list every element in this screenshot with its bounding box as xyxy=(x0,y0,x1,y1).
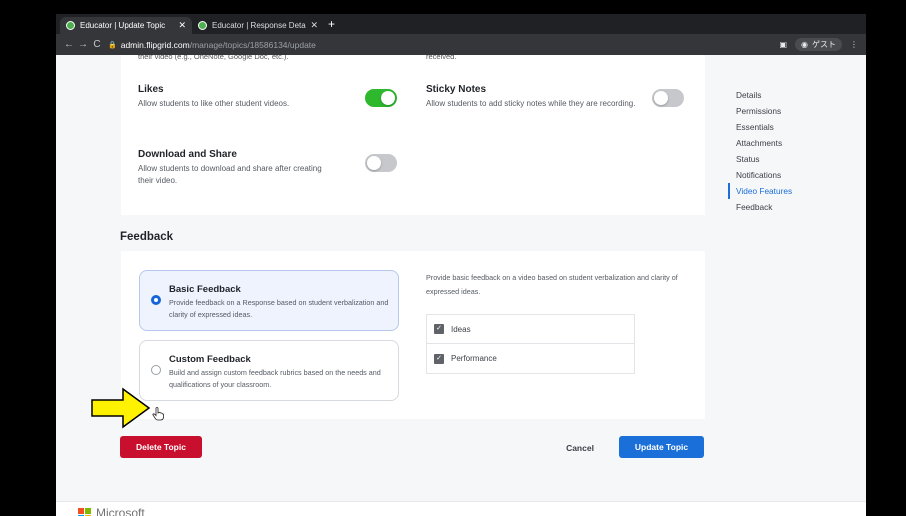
yellow-arrow-icon xyxy=(91,387,151,429)
address-bar: ← → C 🔒 admin.flipgrid.com /manage/topic… xyxy=(56,34,866,55)
sidenav-item-attachments[interactable]: Attachments xyxy=(728,135,792,151)
toggle-knob xyxy=(654,91,668,105)
custom-feedback-option[interactable]: Custom Feedback Build and assign custom … xyxy=(139,340,399,401)
user-icon: ◉ xyxy=(801,40,808,49)
browser-actions: ▣ ◉ ゲスト ⋮ xyxy=(779,38,866,51)
basic-feedback-title: Basic Feedback xyxy=(169,284,241,295)
feedback-criteria-list: ✓ Ideas ✓ Performance xyxy=(426,314,635,374)
new-tab-icon[interactable]: + xyxy=(328,17,335,31)
url-domain: admin.flipgrid.com xyxy=(120,39,190,50)
tab-bar: Educator | Update Topic ✕ Educator | Res… xyxy=(56,14,866,34)
basic-feedback-option[interactable]: Basic Feedback Provide feedback on a Res… xyxy=(139,270,399,331)
url-path: /manage/topics/18586134/update xyxy=(189,39,316,50)
page-content: their video (e.g., OneNote, Google Doc, … xyxy=(56,55,866,516)
download-share-toggle[interactable] xyxy=(365,154,397,172)
download-share-desc: Allow students to download and share aft… xyxy=(138,164,322,185)
criterion-ideas[interactable]: ✓ Ideas xyxy=(427,315,634,344)
microsoft-logo-icon xyxy=(78,508,92,516)
tab-title: Educator | Response Details xyxy=(212,21,307,30)
sidenav-item-essentials[interactable]: Essentials xyxy=(728,119,792,135)
cutoff-text-right: received. xyxy=(426,55,457,61)
likes-setting: Likes Allow students to like other stude… xyxy=(138,84,338,110)
section-nav: Details Permissions Essentials Attachmen… xyxy=(728,87,792,215)
checkbox-checked-icon[interactable]: ✓ xyxy=(434,324,444,334)
close-icon[interactable]: ✕ xyxy=(178,20,186,31)
toggle-knob xyxy=(381,91,395,105)
sticky-notes-title: Sticky Notes xyxy=(426,84,487,95)
criterion-performance[interactable]: ✓ Performance xyxy=(427,344,634,373)
custom-feedback-title: Custom Feedback xyxy=(169,354,251,365)
feedback-card: Basic Feedback Provide feedback on a Res… xyxy=(121,251,705,419)
page-footer: Microsoft xyxy=(56,501,866,516)
likes-title: Likes xyxy=(138,84,164,95)
custom-feedback-desc: Build and assign custom feedback rubrics… xyxy=(169,368,381,389)
sidenav-item-feedback[interactable]: Feedback xyxy=(728,199,792,215)
likes-desc: Allow students to like other student vid… xyxy=(138,99,290,108)
lock-icon: 🔒 xyxy=(108,41,117,49)
flipgrid-favicon-icon xyxy=(198,21,207,30)
sticky-notes-desc: Allow students to add sticky notes while… xyxy=(426,99,636,108)
download-share-setting: Download and Share Allow students to dow… xyxy=(138,149,333,187)
menu-dots-icon[interactable]: ⋮ xyxy=(850,40,858,49)
tab-response-details[interactable]: Educator | Response Details ✕ xyxy=(192,17,324,34)
feedback-heading: Feedback xyxy=(120,231,174,243)
back-arrow-icon[interactable]: ← xyxy=(62,39,76,50)
cancel-button[interactable]: Cancel xyxy=(556,441,604,455)
microsoft-brand-text: Microsoft xyxy=(96,506,145,516)
sidenav-item-video-features[interactable]: Video Features xyxy=(728,183,792,199)
sidenav-item-notifications[interactable]: Notifications xyxy=(728,167,792,183)
basic-feedback-radio[interactable] xyxy=(151,295,161,305)
tab-update-topic[interactable]: Educator | Update Topic ✕ xyxy=(60,17,192,34)
basic-feedback-description: Provide basic feedback on a video based … xyxy=(426,273,678,296)
forward-arrow-icon[interactable]: → xyxy=(76,39,90,50)
sticky-notes-setting: Sticky Notes Allow students to add stick… xyxy=(426,84,636,110)
sidenav-item-details[interactable]: Details xyxy=(728,87,792,103)
url-field[interactable]: 🔒 admin.flipgrid.com /manage/topics/1858… xyxy=(108,37,779,52)
download-share-title: Download and Share xyxy=(138,149,237,160)
reload-icon[interactable]: C xyxy=(90,39,104,50)
flipgrid-favicon-icon xyxy=(66,21,75,30)
checkbox-checked-icon[interactable]: ✓ xyxy=(434,353,444,364)
profile-label: ゲスト xyxy=(812,40,836,49)
likes-toggle[interactable] xyxy=(365,89,397,107)
custom-feedback-radio[interactable] xyxy=(151,365,161,375)
criterion-label: Ideas xyxy=(451,324,471,334)
cutoff-text-left: their video (e.g., OneNote, Google Doc, … xyxy=(138,55,289,61)
video-features-card: their video (e.g., OneNote, Google Doc, … xyxy=(121,55,705,215)
close-icon[interactable]: ✕ xyxy=(310,20,318,31)
profile-button[interactable]: ◉ ゲスト xyxy=(795,38,842,51)
hand-cursor-icon xyxy=(152,407,164,421)
delete-topic-button[interactable]: Delete Topic xyxy=(120,436,202,458)
sidenav-item-permissions[interactable]: Permissions xyxy=(728,103,792,119)
browser-window: Educator | Update Topic ✕ Educator | Res… xyxy=(56,14,866,516)
tab-title: Educator | Update Topic xyxy=(80,21,166,30)
criterion-label: Performance xyxy=(451,354,497,363)
translate-icon[interactable]: ▣ xyxy=(779,40,787,49)
basic-feedback-desc: Provide feedback on a Response based on … xyxy=(169,298,389,319)
sidenav-item-status[interactable]: Status xyxy=(728,151,792,167)
toggle-knob xyxy=(367,156,381,170)
update-topic-button[interactable]: Update Topic xyxy=(619,436,704,458)
sticky-notes-toggle[interactable] xyxy=(652,89,684,107)
